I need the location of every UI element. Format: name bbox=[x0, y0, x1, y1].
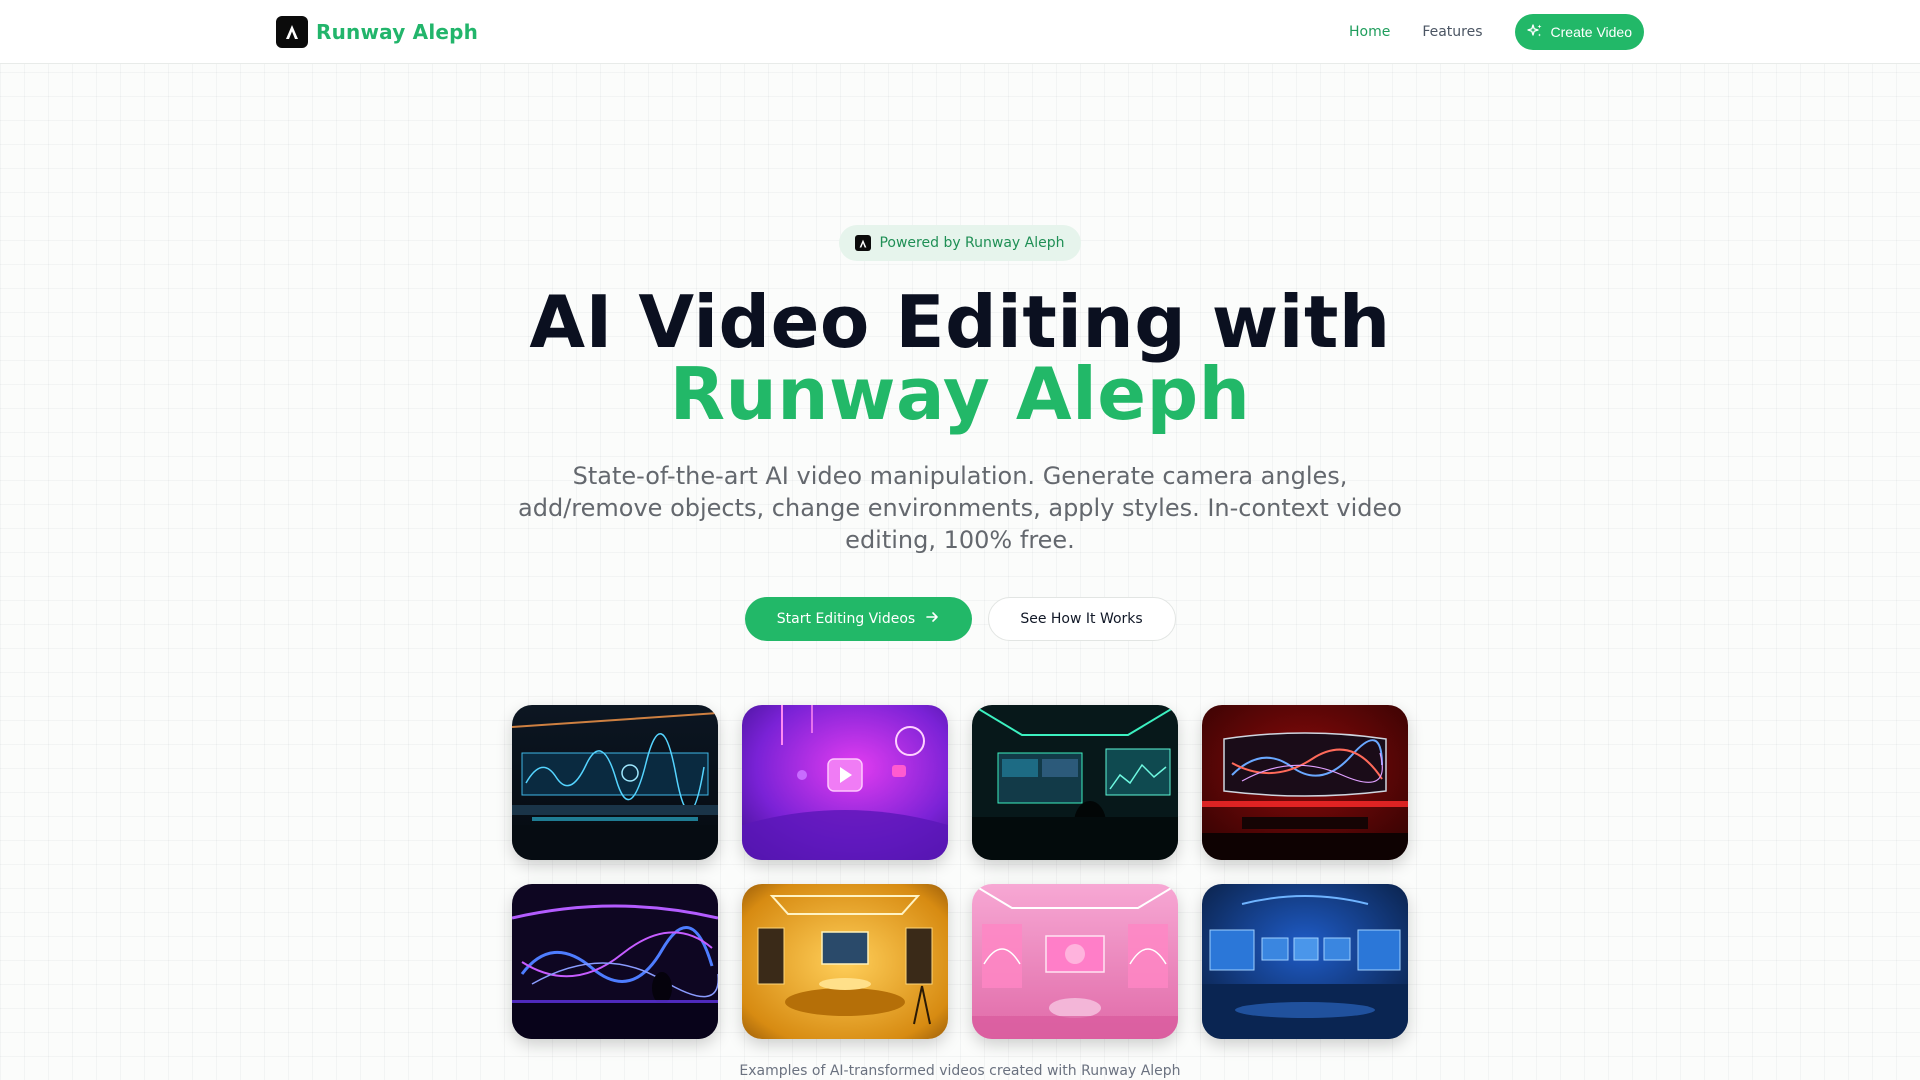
see-how-it-works-button[interactable]: See How It Works bbox=[987, 597, 1176, 641]
sparkles-icon bbox=[1526, 23, 1543, 42]
badge-label: Powered by Runway Aleph bbox=[879, 235, 1065, 251]
brand-logo-link[interactable]: Runway Aleph bbox=[276, 16, 478, 48]
create-video-label: Create Video bbox=[1550, 24, 1632, 40]
example-video-thumbnail[interactable] bbox=[972, 705, 1178, 860]
example-video-thumbnail[interactable] bbox=[972, 884, 1178, 1039]
powered-by-badge: Powered by Runway Aleph bbox=[839, 225, 1081, 261]
nav-features-link[interactable]: Features bbox=[1422, 24, 1482, 40]
example-gallery bbox=[512, 705, 1408, 1039]
create-video-button[interactable]: Create Video bbox=[1514, 14, 1644, 50]
example-video-thumbnail[interactable] bbox=[512, 884, 718, 1039]
letter-a-logo-icon bbox=[855, 235, 872, 251]
example-video-thumbnail[interactable] bbox=[742, 705, 948, 860]
letter-a-logo-icon bbox=[276, 16, 308, 48]
example-video-thumbnail[interactable] bbox=[512, 705, 718, 860]
example-video-thumbnail[interactable] bbox=[742, 884, 948, 1039]
page: Runway Aleph Home Features Create Video bbox=[0, 0, 1920, 1080]
nav-home-link[interactable]: Home bbox=[1349, 24, 1390, 40]
start-editing-button[interactable]: Start Editing Videos bbox=[744, 597, 972, 641]
top-navbar: Runway Aleph Home Features Create Video bbox=[0, 0, 1920, 64]
start-editing-label: Start Editing Videos bbox=[776, 611, 916, 627]
hero-actions: Start Editing Videos See How It Works bbox=[0, 597, 1920, 641]
example-video-thumbnail[interactable] bbox=[1202, 884, 1408, 1039]
arrow-right-icon bbox=[925, 610, 939, 628]
example-video-thumbnail[interactable] bbox=[1202, 705, 1408, 860]
hero-title-line2: Runway Aleph bbox=[669, 352, 1251, 436]
hero-subtitle: State-of-the-art AI video manipulation. … bbox=[518, 462, 1402, 554]
gallery-caption: Examples of AI-transformed videos create… bbox=[739, 1063, 1181, 1079]
hero-title: AI Video Editing with Runway Aleph bbox=[0, 286, 1920, 430]
main-nav: Home Features Create Video bbox=[1349, 14, 1644, 50]
brand-name: Runway Aleph bbox=[316, 20, 479, 44]
